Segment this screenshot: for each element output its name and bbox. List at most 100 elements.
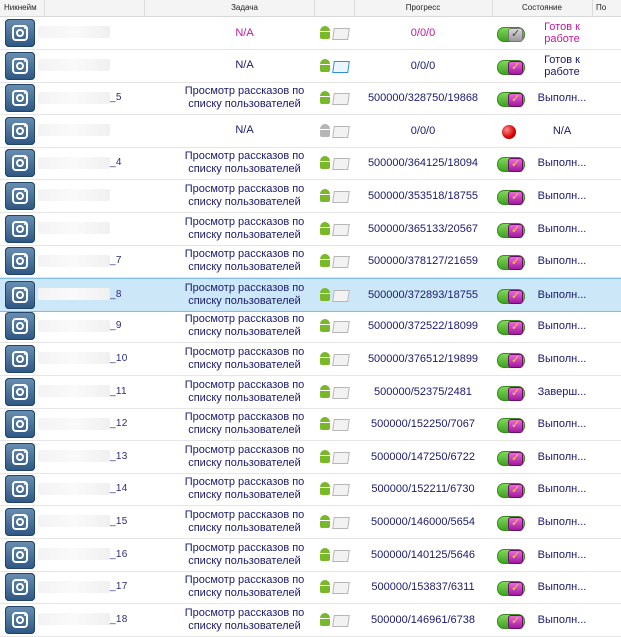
android-icon [319, 254, 331, 268]
row-progress: 500000/365133/20567 [367, 222, 479, 235]
table-row[interactable]: Просмотр рассказов по списку пользовател… [0, 180, 621, 213]
column-header-state[interactable]: Состояние [492, 0, 593, 16]
check-icon [508, 581, 523, 597]
status-toggle-icon[interactable] [497, 450, 525, 466]
row-progress: 500000/146961/6738 [371, 613, 475, 626]
table-row[interactable]: N/A 0/0/0 Готов к работе [0, 50, 621, 83]
blurred-username [38, 189, 110, 202]
instagram-icon [5, 149, 35, 178]
row-state: Выполн... [537, 222, 587, 235]
table-row[interactable]: _7 Просмотр рассказов по списку пользоват… [0, 245, 621, 279]
status-toggle-icon[interactable] [497, 288, 525, 304]
instagram-icon [5, 475, 35, 504]
status-toggle-icon[interactable] [497, 320, 525, 336]
status-toggle-icon[interactable] [497, 548, 525, 564]
status-toggle-icon[interactable] [497, 27, 525, 42]
row-task: Просмотр рассказов по списку пользовател… [184, 574, 305, 600]
row-progress: 500000/372522/18099 [367, 320, 479, 333]
android-icon [319, 482, 331, 496]
table-row[interactable]: N/A 0/0/0 Готов к работе [0, 17, 621, 50]
row-status [495, 384, 527, 401]
check-icon [508, 483, 523, 499]
column-header-extra[interactable]: По [592, 0, 621, 16]
account-username: _12 [38, 408, 156, 440]
status-toggle-icon[interactable] [497, 92, 525, 108]
table-row[interactable]: _8 Просмотр рассказов по списку пользоват… [0, 277, 621, 312]
row-state: Выполн... [537, 288, 587, 301]
table-row[interactable]: _11 Просмотр рассказов по списку пользова… [0, 376, 621, 409]
android-icon [319, 123, 331, 138]
row-status [495, 221, 527, 238]
table-row[interactable]: _10 Просмотр рассказов по списку пользова… [0, 343, 621, 376]
platform-icons [316, 515, 352, 529]
instagram-icon [5, 540, 35, 569]
status-toggle-icon[interactable] [497, 516, 525, 531]
platform-icons [316, 254, 352, 269]
table-row[interactable]: N/A 0/0/0 N/A [0, 115, 621, 148]
status-toggle-icon[interactable] [497, 613, 525, 629]
status-toggle-icon[interactable] [497, 385, 525, 401]
table-row[interactable]: Просмотр рассказов по списку пользовател… [0, 213, 621, 246]
android-icon [319, 547, 331, 562]
blurred-username [38, 515, 110, 528]
table-row[interactable]: _14 Просмотр рассказов по списку пользова… [0, 473, 621, 507]
android-icon [319, 91, 331, 105]
table-row[interactable]: _18 Просмотр рассказов по списку пользова… [0, 604, 621, 637]
check-icon [508, 255, 523, 271]
account-username: _14 [38, 473, 156, 505]
instagram-icon [5, 605, 35, 634]
check-icon [508, 320, 523, 336]
status-toggle-icon[interactable] [497, 157, 525, 173]
table-row[interactable]: _15 Просмотр рассказов по списку пользова… [0, 506, 621, 539]
android-icon [319, 384, 331, 399]
account-username: _10 [38, 343, 156, 375]
column-header-nickname[interactable]: Никнейм [0, 0, 45, 16]
blurred-username [38, 254, 110, 267]
status-toggle-icon[interactable] [497, 353, 525, 368]
android-icon [319, 189, 331, 203]
android-icon [319, 221, 331, 236]
account-username [38, 50, 156, 82]
check-icon [508, 549, 523, 564]
account-username: _4 [38, 147, 156, 179]
android-icon [319, 156, 331, 170]
platform-icons [316, 123, 352, 138]
row-state: Выполн... [537, 581, 587, 594]
status-toggle-icon[interactable] [497, 222, 525, 238]
table-row[interactable]: _16 Просмотр рассказов по списку пользова… [0, 539, 621, 572]
instagram-icon [5, 573, 35, 602]
table-row[interactable]: _5 Просмотр рассказов по списку пользоват… [0, 82, 621, 116]
status-toggle-icon[interactable] [497, 418, 525, 434]
status-toggle-icon[interactable] [497, 581, 525, 597]
table-row[interactable]: _13 Просмотр рассказов по списку пользова… [0, 441, 621, 474]
android-icon [319, 58, 331, 73]
column-header-platform[interactable] [314, 0, 355, 16]
check-icon [508, 353, 523, 368]
row-task: Просмотр рассказов по списку пользовател… [184, 150, 305, 176]
status-toggle-icon[interactable] [497, 59, 525, 75]
status-toggle-icon[interactable] [497, 190, 525, 205]
instagram-icon [5, 19, 35, 47]
row-status [495, 287, 527, 304]
status-toggle-icon[interactable] [497, 255, 525, 271]
blurred-username [38, 26, 110, 39]
row-status [495, 318, 527, 336]
row-state: Выполн... [537, 613, 587, 626]
platform-icons [316, 612, 352, 627]
android-icon [319, 287, 331, 302]
error-status-icon [502, 124, 516, 139]
row-status [495, 123, 527, 139]
status-toggle-icon[interactable] [497, 483, 525, 499]
check-icon [508, 289, 523, 304]
blurred-username [38, 288, 110, 301]
android-icon [319, 352, 331, 366]
row-task: Просмотр рассказов по списку пользовател… [184, 281, 305, 307]
table-row[interactable]: _4 Просмотр рассказов по списку пользоват… [0, 147, 621, 181]
check-icon [508, 27, 523, 42]
table-row[interactable]: _9 Просмотр рассказов по списку пользоват… [0, 310, 621, 344]
column-header-task[interactable]: Задача [175, 0, 315, 16]
table-row[interactable]: _12 Просмотр рассказов по списку пользова… [0, 408, 621, 442]
table-row[interactable]: _17 Просмотр рассказов по списку пользова… [0, 571, 621, 605]
column-header-progress[interactable]: Прогресс [354, 0, 493, 16]
row-status [495, 416, 527, 434]
